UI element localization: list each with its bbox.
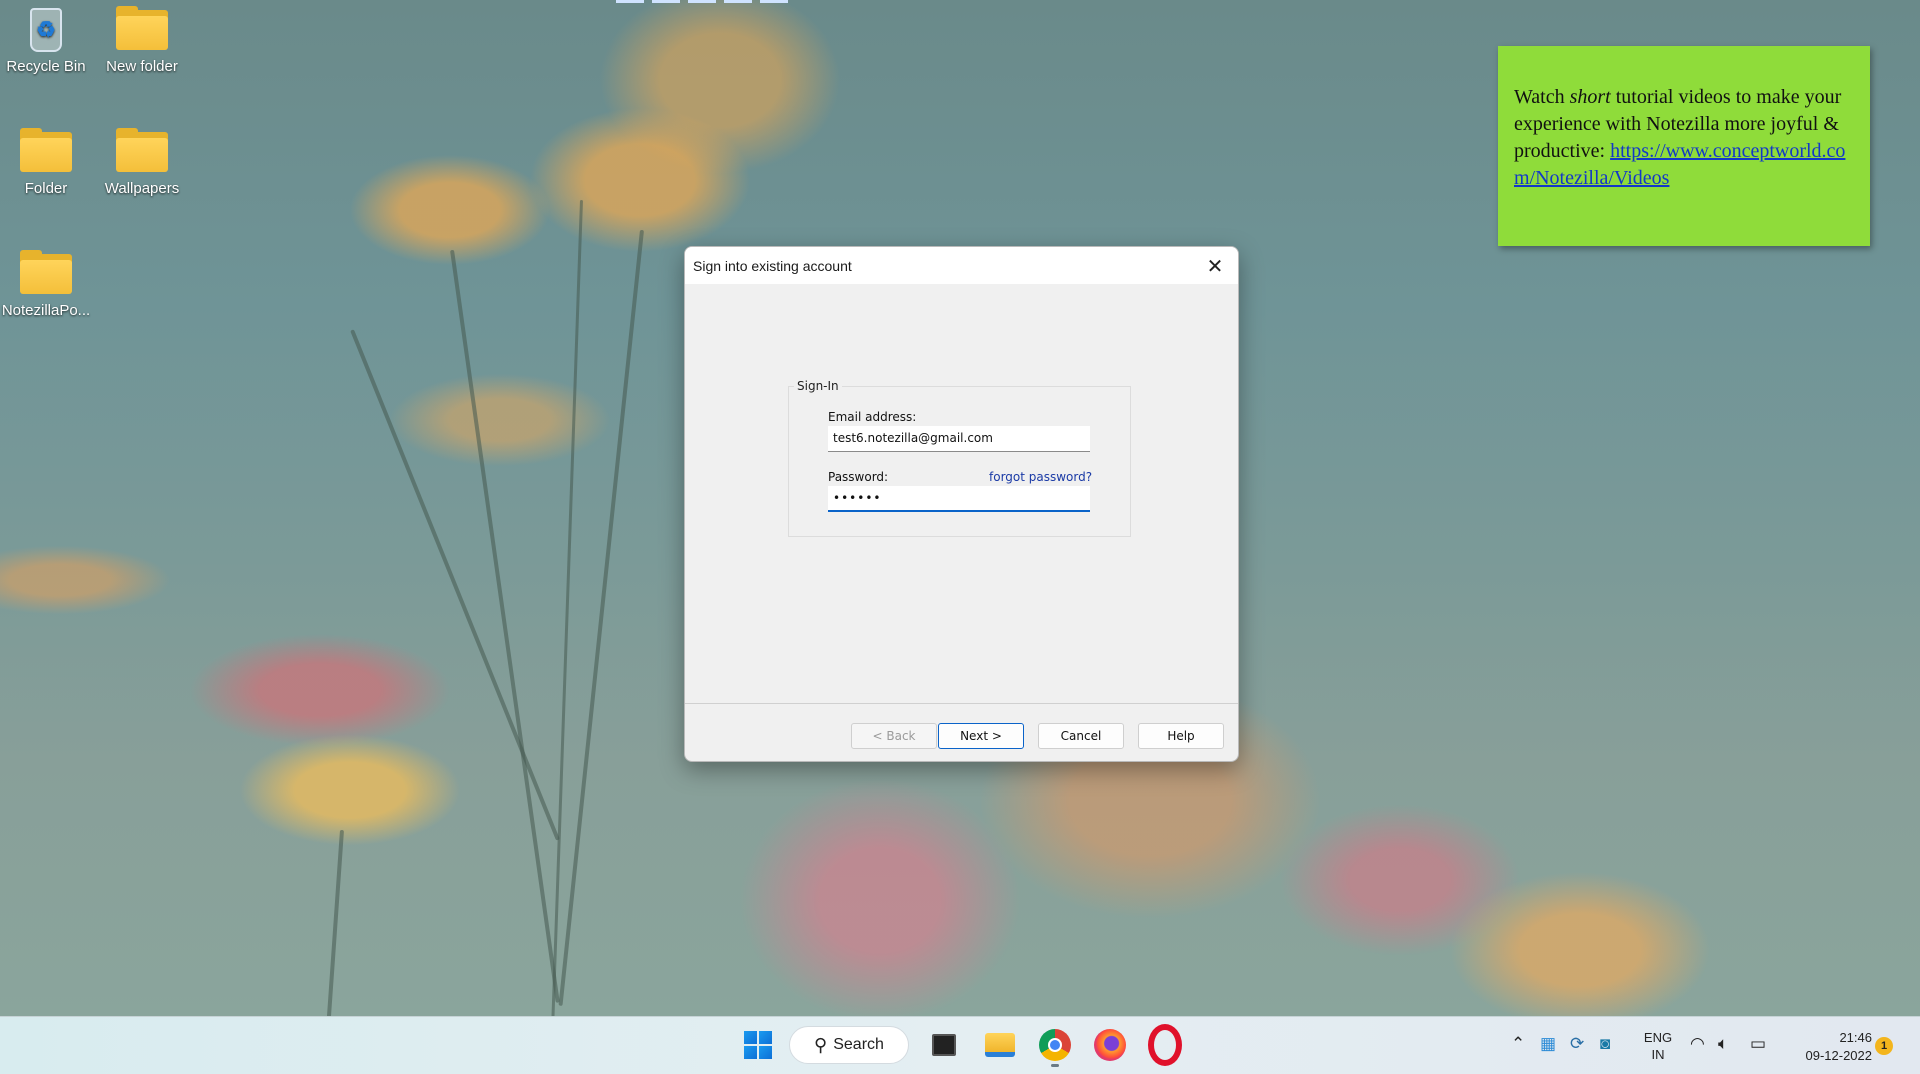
folder-icon [18,248,74,298]
top-strip-mark [688,0,716,3]
sign-in-dialog: Sign into existing account ✕ Sign-In Ema… [684,246,1239,762]
opera-icon [1148,1024,1182,1066]
top-strip-mark [616,0,644,3]
wallpaper-stem [551,199,583,1020]
email-label: Email address: [828,410,917,424]
desktop-icon-label: Recycle Bin [6,58,86,75]
start-button[interactable] [738,1025,778,1065]
opera-button[interactable] [1145,1024,1185,1066]
sign-in-group: Sign-In Email address: test6.notezilla@g… [788,379,1131,537]
chevron-up-icon[interactable]: ⌃ [1511,1034,1525,1054]
wallpaper-stem [326,829,344,1020]
firefox-button[interactable] [1090,1025,1130,1065]
clock-date: 09-12-2022 [1805,1048,1873,1063]
group-label: Sign-In [794,379,842,393]
notification-badge[interactable]: 1 [1875,1037,1893,1055]
folder-icon [114,126,170,176]
dialog-title: Sign into existing account [693,257,852,274]
language-line2: IN [1651,1047,1665,1062]
running-indicator [1051,1064,1059,1067]
windows-logo-icon [744,1031,772,1059]
search-icon: ⚲ [814,1034,828,1055]
desktop-icon-label: New folder [106,58,178,75]
close-icon[interactable]: ✕ [1202,253,1228,279]
forgot-password-link[interactable]: forgot password? [989,470,1092,484]
notezilla-tray-icon[interactable]: ▦ [1540,1034,1556,1054]
folder-icon [18,126,74,176]
language-indicator[interactable]: ENG IN [1638,1029,1678,1063]
desktop-icon-recycle-bin[interactable]: ♻ Recycle Bin [1,4,91,75]
email-field[interactable]: test6.notezilla@gmail.com [828,426,1090,452]
desktop-icon-new-folder[interactable]: New folder [97,4,187,75]
chrome-button[interactable] [1035,1025,1075,1067]
cancel-button[interactable]: Cancel [1038,723,1124,749]
battery-icon[interactable]: ▭ [1750,1034,1766,1054]
dialog-titlebar[interactable]: Sign into existing account [685,247,1238,284]
search-label: Search [833,1036,884,1053]
sync-icon[interactable]: ⟳ [1570,1034,1584,1054]
task-view-icon [932,1034,956,1056]
wallpaper-stem [350,329,560,841]
wallpaper-stem [450,249,560,1003]
sticky-note-emphasis: short [1569,86,1611,108]
password-field[interactable]: •••••• [828,486,1090,512]
taskbar-search[interactable]: ⚲ Search [789,1026,909,1064]
folder-icon [114,4,170,54]
firefox-icon [1094,1029,1126,1061]
file-explorer-button[interactable] [980,1025,1020,1065]
wallpaper-stem [558,229,644,1006]
chrome-icon [1039,1029,1071,1061]
help-button[interactable]: Help [1138,723,1224,749]
back-button[interactable]: < Back [851,723,937,749]
desktop-icon-folder[interactable]: Folder [1,126,91,197]
desktop-icon-label: Wallpapers [104,180,180,197]
desktop-icon-notezillapo[interactable]: NotezillaPo... [1,248,91,319]
next-button[interactable]: Next > [938,723,1024,749]
language-line1: ENG [1643,1030,1673,1045]
desktop-icon-label: NotezillaPo... [1,302,91,319]
sticky-note-text: Watch [1514,86,1570,108]
file-explorer-icon [985,1033,1015,1057]
sticky-note[interactable]: Watch short tutorial videos to make your… [1498,46,1870,246]
task-view-button[interactable] [924,1025,964,1065]
desktop-wallpaper: ♻ Recycle Bin New folder Folder Wallpape… [0,0,1920,1020]
volume-icon[interactable]: 🔈︎ [1718,1034,1728,1054]
top-strip-mark [760,0,788,3]
app-tray-icon[interactable]: ◙ [1600,1034,1610,1054]
taskbar: ⚲ Search ⌃ ▦ ⟳ ◙ ENG IN ◠ 🔈︎ ▭ 21:46 09-… [0,1016,1920,1074]
top-strip-mark [652,0,680,3]
desktop-icon-wallpapers[interactable]: Wallpapers [97,126,187,197]
clock[interactable]: 21:46 09-12-2022 [1780,1029,1873,1065]
dialog-separator [685,703,1238,704]
top-strip-mark [724,0,752,3]
password-label: Password: [828,470,889,484]
clock-time: 21:46 [1839,1030,1872,1045]
desktop-icon-label: Folder [24,180,68,197]
wifi-icon[interactable]: ◠ [1690,1034,1705,1054]
recycle-bin-icon: ♻ [18,4,74,54]
